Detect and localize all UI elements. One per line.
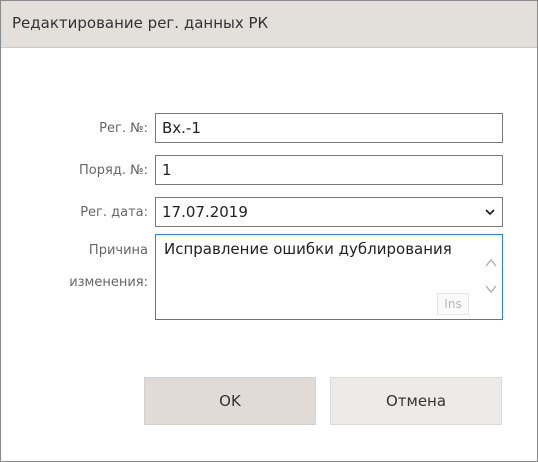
edit-registration-dialog: Редактирование рег. данных РК Рег. №: Вх… (0, 0, 538, 462)
reg-date-value: 17.07.2019 (162, 203, 248, 221)
order-number-label: Поряд. №: (79, 163, 148, 178)
reason-textarea[interactable]: Исправление ошибки дублирования Ins (155, 234, 503, 320)
dialog-title: Редактирование рег. данных РК (12, 14, 269, 32)
reg-number-input[interactable]: Вх.-1 (155, 113, 503, 143)
reason-label-line1: Причина (88, 243, 148, 258)
chevron-down-icon[interactable] (484, 283, 498, 295)
order-number-input[interactable]: 1 (155, 155, 503, 185)
ok-button[interactable]: OK (144, 377, 316, 425)
chevron-down-icon[interactable] (484, 206, 496, 218)
reg-date-label: Рег. дата: (80, 205, 148, 220)
chevron-up-icon[interactable] (484, 257, 498, 269)
insert-mode-badge: Ins (437, 293, 469, 315)
reg-date-select[interactable]: 17.07.2019 (155, 197, 503, 227)
reason-text: Исправление ошибки дублирования (164, 240, 452, 258)
reason-label-line2: изменения: (69, 275, 148, 290)
reg-number-label: Рег. №: (99, 121, 148, 136)
dialog-title-bar[interactable]: Редактирование рег. данных РК (1, 1, 537, 48)
cancel-button[interactable]: Отмена (330, 377, 502, 425)
